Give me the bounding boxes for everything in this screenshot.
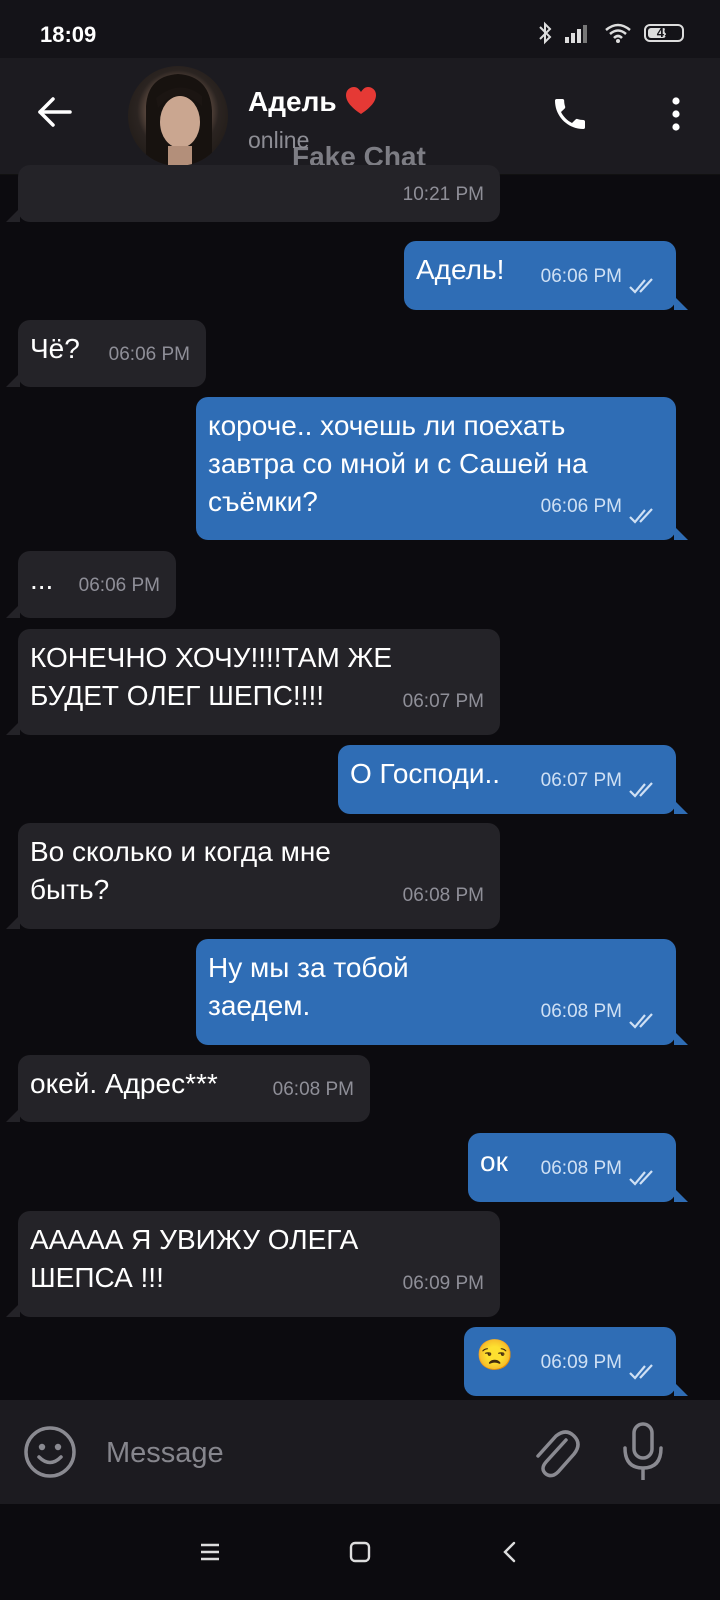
battery-icon: 49 xyxy=(644,24,684,42)
square-icon xyxy=(349,1541,371,1563)
message-text: ААААА Я УВИЖУ ОЛЕГА ШЕПСА !!! xyxy=(30,1224,359,1293)
arrow-left-icon xyxy=(38,97,72,127)
message-text: Ну мы за тобой заедем. xyxy=(208,952,409,1021)
message-time: 06:08 PM xyxy=(540,1001,622,1022)
status-icons: 49 xyxy=(538,20,684,46)
bluetooth-icon xyxy=(539,21,552,45)
bubble-tail xyxy=(6,604,20,618)
bubble-tail xyxy=(674,1031,688,1045)
message-outgoing[interactable]: ок 06:08 PM xyxy=(468,1133,688,1202)
contact-name[interactable]: Адель xyxy=(248,86,337,118)
double-check-icon xyxy=(629,782,653,798)
bubble-tail xyxy=(6,721,20,735)
system-navigation-bar xyxy=(0,1504,720,1600)
double-check-icon xyxy=(629,508,653,524)
message-text: ок xyxy=(480,1146,508,1177)
message-text: 😒 xyxy=(476,1339,514,1372)
message-time: 06:08 PM xyxy=(540,1158,622,1179)
message-time: 06:08 PM xyxy=(402,885,484,906)
double-check-icon xyxy=(629,1170,653,1186)
signal-icon xyxy=(565,25,587,43)
bubble-tail xyxy=(674,526,688,540)
message-text: Адель! xyxy=(416,254,505,285)
message-time: 06:06 PM xyxy=(540,266,622,287)
bubble-tail xyxy=(674,296,688,310)
attach-button[interactable] xyxy=(526,1422,582,1482)
message-time: 06:06 PM xyxy=(78,575,160,596)
message-incoming[interactable]: ... 06:06 PM xyxy=(6,551,176,618)
recent-apps-button[interactable] xyxy=(190,1534,230,1570)
message-time: 06:09 PM xyxy=(402,1273,484,1294)
bubble-tail xyxy=(6,373,20,387)
message-time: 06:06 PM xyxy=(108,344,190,365)
message-outgoing[interactable]: короче.. хочешь ли поехать завтра со мно… xyxy=(196,397,688,540)
message-outgoing[interactable]: Ну мы за тобой заедем. 06:08 PM xyxy=(196,939,688,1045)
double-check-icon xyxy=(629,278,653,294)
back-button[interactable] xyxy=(28,86,80,138)
message-time: 06:07 PM xyxy=(540,770,622,791)
message-text: Чё? xyxy=(30,333,80,364)
message-text: О Господи.. xyxy=(350,758,501,789)
call-button[interactable] xyxy=(544,88,596,140)
message-outgoing[interactable]: Адель! 06:06 PM xyxy=(404,241,688,310)
avatar-image xyxy=(146,74,212,166)
message-outgoing[interactable]: 😒 06:09 PM xyxy=(464,1327,688,1396)
phone-icon xyxy=(555,99,585,129)
message-text: КОНЕЧНО ХОЧУ!!!!ТАМ ЖЕ БУДЕТ ОЛЕГ ШЕПС!!… xyxy=(30,642,393,711)
bubble-tail xyxy=(6,915,20,929)
wifi-icon xyxy=(605,23,631,43)
message-incoming[interactable]: КОНЕЧНО ХОЧУ!!!!ТАМ ЖЕ БУДЕТ ОЛЕГ ШЕПС!!… xyxy=(6,629,500,735)
bubble-tail xyxy=(674,800,688,814)
message-time: 06:06 PM xyxy=(540,496,622,517)
avatar[interactable] xyxy=(128,66,228,166)
chat-header: Адель online Fake Chat xyxy=(0,58,720,175)
nav-back-button[interactable] xyxy=(490,1534,530,1570)
message-time: 06:08 PM xyxy=(272,1079,354,1100)
smile-icon xyxy=(24,1426,76,1478)
bubble-tail xyxy=(674,1188,688,1202)
status-bar: 18:09 49 xyxy=(0,0,720,58)
more-vertical-icon xyxy=(672,97,680,131)
message-incoming[interactable]: Во сколько и когда мне быть? 06:08 PM xyxy=(6,823,500,929)
message-time: 10:21 PM xyxy=(402,184,484,205)
double-check-icon xyxy=(629,1013,653,1029)
message-text: Во сколько и когда мне быть? xyxy=(30,836,331,905)
composer xyxy=(0,1400,720,1504)
battery-level: 49 xyxy=(656,25,672,40)
microphone-icon xyxy=(623,1422,663,1480)
heart-icon xyxy=(346,87,376,114)
message-text: короче.. хочешь ли поехать завтра со мно… xyxy=(208,410,588,517)
paperclip-icon xyxy=(536,1430,580,1478)
status-time: 18:09 xyxy=(40,22,97,47)
bubble-tail xyxy=(674,1382,688,1396)
menu-lines-icon xyxy=(201,1543,219,1561)
message-list[interactable]: 10:21 PM Адель! 06:06 PM Чё? 06:06 PM ко… xyxy=(0,165,720,1400)
message-outgoing[interactable]: О Господи.. 06:07 PM xyxy=(338,745,688,814)
message-time: 06:07 PM xyxy=(402,691,484,712)
message-incoming[interactable]: ААААА Я УВИЖУ ОЛЕГА ШЕПСА !!! 06:09 PM xyxy=(6,1211,500,1317)
message-incoming[interactable]: окей. Адрес*** 06:08 PM xyxy=(6,1055,370,1122)
message-incoming[interactable]: 10:21 PM xyxy=(6,165,500,222)
message-text: окей. Адрес*** xyxy=(30,1068,218,1099)
message-incoming[interactable]: Чё? 06:06 PM xyxy=(6,320,206,387)
bubble-tail xyxy=(6,1303,20,1317)
message-time: 06:09 PM xyxy=(540,1352,622,1373)
message-input[interactable] xyxy=(104,1430,508,1476)
more-menu-button[interactable] xyxy=(660,88,692,140)
emoji-button[interactable] xyxy=(22,1424,78,1480)
microphone-button[interactable] xyxy=(616,1420,670,1484)
chevron-left-icon xyxy=(503,1541,516,1563)
bubble-tail xyxy=(6,1108,20,1122)
home-button[interactable] xyxy=(340,1534,380,1570)
bubble-tail xyxy=(6,208,20,222)
double-check-icon xyxy=(629,1364,653,1380)
message-text: ... xyxy=(30,564,54,595)
